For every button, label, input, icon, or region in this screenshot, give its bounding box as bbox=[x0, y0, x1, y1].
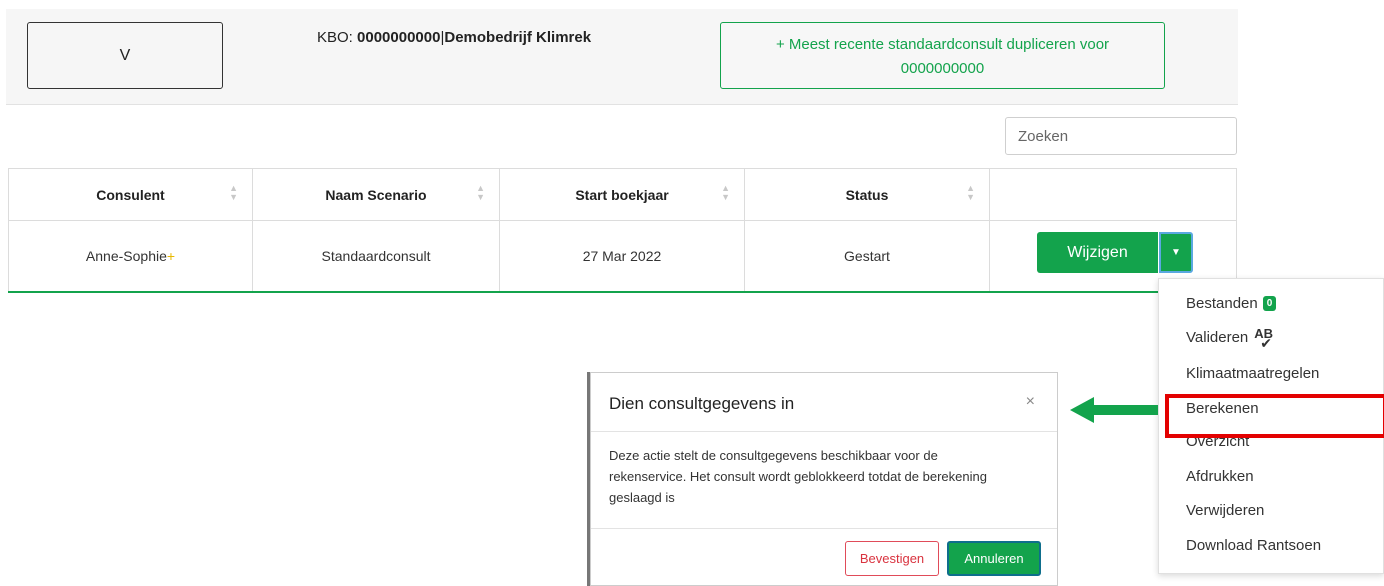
sort-icon: ▲ ▼ bbox=[966, 183, 975, 202]
menu-item-verwijderen[interactable]: Verwijderen bbox=[1186, 502, 1264, 519]
cell-consulent: Anne-Sophie+ bbox=[8, 220, 253, 293]
confirm-button[interactable]: Bevestigen bbox=[845, 541, 939, 576]
highlight-box bbox=[1165, 394, 1384, 438]
col-header-start-boekjaar[interactable]: Start boekjaar ▲ ▼ bbox=[499, 168, 745, 221]
cell-start-boekjaar: 27 Mar 2022 bbox=[499, 220, 745, 293]
caret-down-icon: ▼ bbox=[1171, 247, 1181, 258]
company-name: Demobedrijf Klimrek bbox=[444, 29, 592, 46]
menu-item-valideren[interactable]: Valideren AB ✔ bbox=[1186, 326, 1274, 351]
plus-icon: + bbox=[166, 248, 176, 264]
menu-item-klimaatmaatregelen[interactable]: Klimaatmaatregelen bbox=[1186, 365, 1319, 382]
consult-table: Consulent ▲ ▼ Naam Scenario ▲ ▼ Start boekja… bbox=[8, 168, 1237, 293]
v-button[interactable]: V bbox=[27, 22, 223, 89]
menu-item-download-rantsoen[interactable]: Download Rantsoen bbox=[1186, 537, 1321, 554]
action-button-group: Wijzigen ▼ bbox=[1037, 232, 1193, 273]
sort-icon: ▲ ▼ bbox=[229, 183, 238, 202]
modal-divider bbox=[591, 528, 1057, 529]
arrow-left-icon bbox=[1070, 397, 1158, 423]
col-header-status[interactable]: Status ▲ ▼ bbox=[744, 168, 990, 221]
cell-scenario: Standaardconsult bbox=[252, 220, 500, 293]
cancel-button[interactable]: Annuleren bbox=[947, 541, 1041, 576]
sort-icon: ▲ ▼ bbox=[721, 183, 730, 202]
consulent-name: Anne-Sophie bbox=[85, 248, 167, 264]
col-header-consulent[interactable]: Consulent ▲ ▼ bbox=[8, 168, 253, 221]
dropdown-toggle-button[interactable]: ▼ bbox=[1159, 232, 1193, 273]
spellcheck-icon: AB ✔ bbox=[1254, 326, 1274, 351]
wijzigen-button[interactable]: Wijzigen bbox=[1037, 232, 1158, 273]
close-icon[interactable]: × bbox=[1026, 393, 1035, 411]
col-header-naam-scenario[interactable]: Naam Scenario ▲ ▼ bbox=[252, 168, 500, 221]
sort-icon: ▲ ▼ bbox=[476, 183, 485, 202]
table-header-row: Consulent ▲ ▼ Naam Scenario ▲ ▼ Start boekja… bbox=[8, 168, 1237, 221]
menu-item-bestanden[interactable]: Bestanden 0 bbox=[1186, 295, 1277, 312]
kbo-number: 0000000000 bbox=[357, 29, 441, 46]
duplicate-consult-button[interactable]: + Meest recente standaardconsult duplice… bbox=[720, 22, 1165, 89]
kbo-info: KBO: 0000000000|Demobedrijf Klimrek bbox=[317, 29, 591, 46]
kbo-label: KBO: bbox=[317, 29, 358, 46]
col-header-actions bbox=[989, 168, 1237, 221]
submit-consult-modal: Dien consultgegevens in × Deze actie ste… bbox=[590, 372, 1058, 586]
v-button-label: V bbox=[119, 46, 131, 64]
search-input[interactable] bbox=[1005, 117, 1237, 155]
files-count-badge: 0 bbox=[1262, 296, 1277, 311]
cell-status: Gestart bbox=[744, 220, 990, 293]
modal-body-text: Deze actie stelt de consultgegevens besc… bbox=[609, 448, 987, 505]
modal-title: Dien consultgegevens in bbox=[609, 394, 795, 413]
modal-divider bbox=[591, 431, 1057, 432]
menu-item-afdrukken[interactable]: Afdrukken bbox=[1186, 468, 1254, 485]
